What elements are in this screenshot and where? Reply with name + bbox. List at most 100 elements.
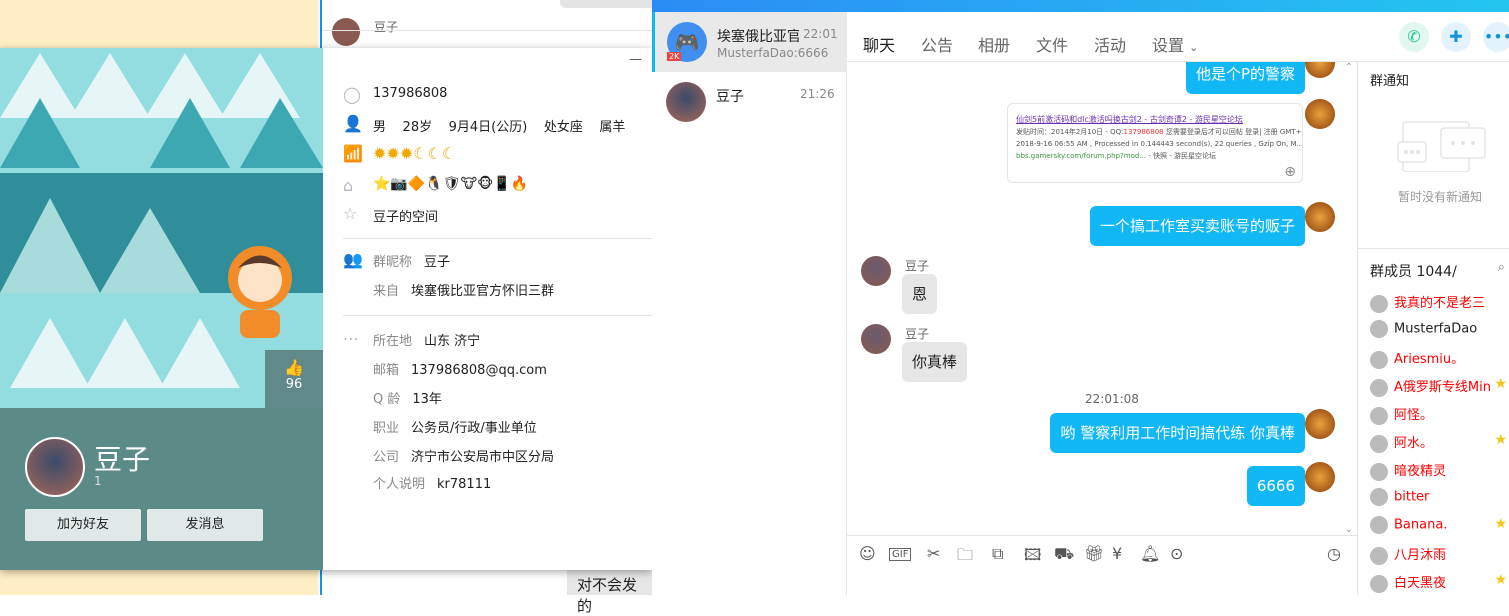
tab-album[interactable]: 相册 xyxy=(978,32,1010,56)
avatar xyxy=(1370,406,1388,425)
tab-label: 设置 xyxy=(1152,36,1185,55)
avatar xyxy=(1370,350,1388,369)
gif-icon[interactable]: GIF xyxy=(889,548,912,561)
member-item[interactable]: bitter xyxy=(1370,488,1500,506)
link-title[interactable]: 仙剑5前激活码和dlc激活吗换古剑2 - 古剑奇谭2 - 游民星空论坛 xyxy=(1016,114,1294,126)
value: 埃塞俄比亚官方怀旧三群 xyxy=(411,284,555,299)
phone-icon[interactable]: ✆ xyxy=(1399,22,1429,52)
avatar xyxy=(1305,99,1335,129)
link-line: 发贴时间：2014年2月10日 - QQ:137986808 您需要登录后才可以… xyxy=(1016,126,1302,138)
member-item[interactable]: 阿水。 xyxy=(1370,432,1500,453)
avatar xyxy=(1370,320,1388,338)
member-name: 阿水。 xyxy=(1394,436,1434,451)
scroll-down-icon[interactable]: ⌄ xyxy=(1345,524,1353,535)
job-row: 职业 公务员/行政/事业单位 xyxy=(373,417,537,436)
tab-settings[interactable]: 设置 ⌄ xyxy=(1152,32,1198,56)
member-item[interactable]: 阿怪。 xyxy=(1370,404,1500,425)
red-packet-icon[interactable]: ¥ xyxy=(1112,544,1122,563)
qq-main-window: 🎮 2K 埃塞俄比亚官 22:01 MusterfaDao:6666 豆子 21… xyxy=(652,0,1509,595)
folder-icon[interactable]: 🗀 xyxy=(957,544,973,571)
message-timestamp: 22:01:08 xyxy=(1085,392,1139,406)
tab-files[interactable]: 文件 xyxy=(1036,32,1068,56)
screenshot-icon[interactable]: ⧉ xyxy=(992,544,1003,564)
member-item[interactable]: Banana. xyxy=(1370,516,1500,534)
from-row: 来自 埃塞俄比亚官方怀旧三群 xyxy=(373,280,554,299)
member-count: 群成员 1044/ xyxy=(1370,264,1457,280)
member-name: Ariesmiu。 xyxy=(1394,352,1465,367)
member-item[interactable]: 我真的不是老三 xyxy=(1370,292,1500,313)
avatar xyxy=(1370,434,1388,453)
star-icon: ☆ xyxy=(343,204,358,223)
member-item[interactable]: 暗夜精灵 xyxy=(1370,460,1500,481)
tab-activity[interactable]: 活动 xyxy=(1094,32,1126,56)
member-item[interactable]: MusterfaDao xyxy=(1370,320,1500,338)
avatar xyxy=(1370,574,1388,593)
avatar xyxy=(332,18,360,46)
more-icon[interactable]: ⊙ xyxy=(1170,544,1183,563)
member-name: Banana. xyxy=(1394,517,1448,533)
avatar xyxy=(1305,62,1335,78)
member-name: A俄罗斯专线Min xyxy=(1394,380,1491,395)
member-item[interactable]: 白天黑夜 xyxy=(1370,572,1500,593)
sender-name: 豆子 xyxy=(905,259,930,273)
add-friend-button[interactable]: 加为好友 xyxy=(25,509,141,541)
minimize-button[interactable]: — xyxy=(629,52,642,67)
divider xyxy=(1358,248,1509,249)
link-url: bbs.gamersky.com/forum.php?mod... xyxy=(1016,152,1146,160)
member-item[interactable]: Ariesmiu。 xyxy=(1370,348,1500,369)
avatar xyxy=(861,324,891,354)
chinese-zodiac: 属羊 xyxy=(599,120,626,135)
history-clock-icon[interactable]: ◷ xyxy=(1327,544,1341,563)
conversation-time: 22:01 xyxy=(803,27,838,41)
member-name: 八月沐雨 xyxy=(1394,548,1447,563)
message-bubble: 一个搞工作室买卖账号的贩子 xyxy=(1089,206,1305,246)
service-badges[interactable]: ⭐📷🔶🐧🛡🐮🐵📱🔥 xyxy=(373,176,528,192)
send-message-button[interactable]: 发消息 xyxy=(147,509,263,541)
like-button[interactable]: 👍 96 xyxy=(265,350,323,408)
qzone-link[interactable]: 豆子的空间 xyxy=(373,206,438,225)
basic-info: 男 28岁 9月4日(公历) 处女座 属羊 xyxy=(373,116,625,135)
conversation-item[interactable]: 🎮 2K 埃塞俄比亚官 22:01 MusterfaDao:6666 xyxy=(652,12,847,72)
age: 28岁 xyxy=(402,120,433,135)
scroll-up-icon[interactable]: ⌃ xyxy=(1345,62,1353,73)
message-bubble: 6666 xyxy=(1246,466,1305,506)
chat-tabs: 聊天 公告 相册 文件 活动 设置 ⌄ ✆ ✚ ••• xyxy=(847,12,1509,67)
conversation-name: 豆子 xyxy=(716,89,744,105)
location-row: 所在地 山东 济宁 xyxy=(373,330,480,349)
image-icon[interactable]: 🖾 xyxy=(1024,544,1041,571)
avatar xyxy=(1370,294,1388,313)
tab-announcement[interactable]: 公告 xyxy=(921,32,953,56)
gaming-icon[interactable]: ⛟ xyxy=(1054,544,1074,565)
text: 您需要登录后才可以回帖 登录| 注册 GMT+ xyxy=(1163,128,1302,136)
scissors-icon[interactable]: ✂ xyxy=(927,544,940,563)
sun-icon: ✹✹✹ xyxy=(373,144,414,163)
avatar xyxy=(1305,462,1335,492)
member-item[interactable]: 八月沐雨 xyxy=(1370,544,1500,565)
label: 群昵称 xyxy=(373,255,413,270)
empty-notice-illustration xyxy=(1397,121,1486,172)
search-icon[interactable]: ⌕ xyxy=(1498,260,1505,275)
avatar xyxy=(1370,462,1388,481)
link-line: 2018-9-16 06:55 AM , Processed in 0.1444… xyxy=(1016,140,1303,148)
emoji-icon[interactable]: ☺ xyxy=(859,544,876,563)
divider xyxy=(343,238,652,239)
link-preview-card[interactable]: 仙剑5前激活码和dlc激活吗换古剑2 - 古剑奇谭2 - 游民星空论坛 发贴时间… xyxy=(1007,103,1303,183)
conversation-name: 埃塞俄比亚官 xyxy=(717,29,799,45)
label: 个人说明 xyxy=(373,477,426,492)
sender-name: 豆子 xyxy=(905,327,930,341)
more-icon[interactable]: ••• xyxy=(1483,22,1509,52)
conversation-item[interactable]: 豆子 21:26 xyxy=(652,72,847,132)
notice-title: 群通知 xyxy=(1370,74,1410,89)
add-chat-icon[interactable]: ✚ xyxy=(1441,22,1471,52)
bell-icon[interactable]: 🔔︎ xyxy=(1140,544,1160,563)
member-item[interactable]: A俄罗斯专线Min xyxy=(1370,376,1500,397)
zoom-in-icon[interactable]: ⊕ xyxy=(1284,165,1296,179)
avatar xyxy=(666,82,706,122)
value: 公务员/行政/事业单位 xyxy=(411,421,537,436)
message-bubble: 哟 警察利用工作时间搞代练 你真棒 xyxy=(1050,413,1305,453)
qq-number: 137986808 xyxy=(373,86,448,101)
avatar xyxy=(1305,409,1335,439)
label: 职业 xyxy=(373,421,400,436)
gift-icon[interactable]: 🎁︎ xyxy=(1084,544,1104,563)
label: 所在地 xyxy=(373,334,413,349)
